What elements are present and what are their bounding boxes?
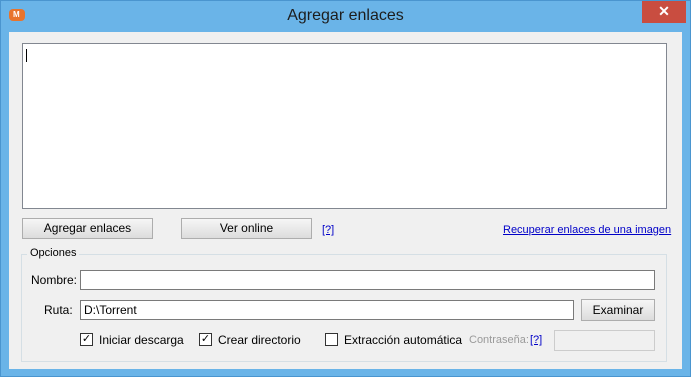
options-group-label: Opciones [27,247,80,259]
auto-extraction-checkbox[interactable] [325,333,338,346]
view-online-button[interactable]: Ver online [181,218,312,239]
password-help-link[interactable]: [?] [530,334,542,346]
browse-button[interactable]: Examinar [581,299,655,321]
start-download-checkbox[interactable]: ✓ [80,333,93,346]
help-link[interactable]: [?] [322,224,334,236]
window-title: Agregar enlaces [287,7,404,24]
close-button[interactable]: ✕ [642,1,686,23]
create-directory-checkbox[interactable]: ✓ [199,333,212,346]
password-field[interactable] [554,330,655,351]
path-field[interactable]: D:\Torrent [80,300,574,320]
create-directory-label[interactable]: Crear directorio [218,333,301,347]
start-download-label[interactable]: Iniciar descarga [99,333,184,347]
text-caret [26,49,27,62]
password-label: Contraseña: [469,334,529,346]
links-textarea[interactable] [22,43,667,209]
add-links-button[interactable]: Agregar enlaces [22,218,153,239]
auto-extraction-label[interactable]: Extracción automática [344,333,462,347]
recover-links-from-image-link[interactable]: Recuperar enlaces de una imagen [503,224,671,236]
dialog-body: Agregar enlaces Ver online [?] Recuperar… [9,32,682,369]
name-field[interactable] [80,270,655,290]
name-label: Nombre: [31,273,78,287]
path-label: Ruta: [44,303,73,317]
title-bar: Agregar enlaces ✕ [1,1,690,32]
add-links-window: Agregar enlaces ✕ Agregar enlaces Ver on… [0,0,691,377]
close-icon: ✕ [658,3,670,19]
